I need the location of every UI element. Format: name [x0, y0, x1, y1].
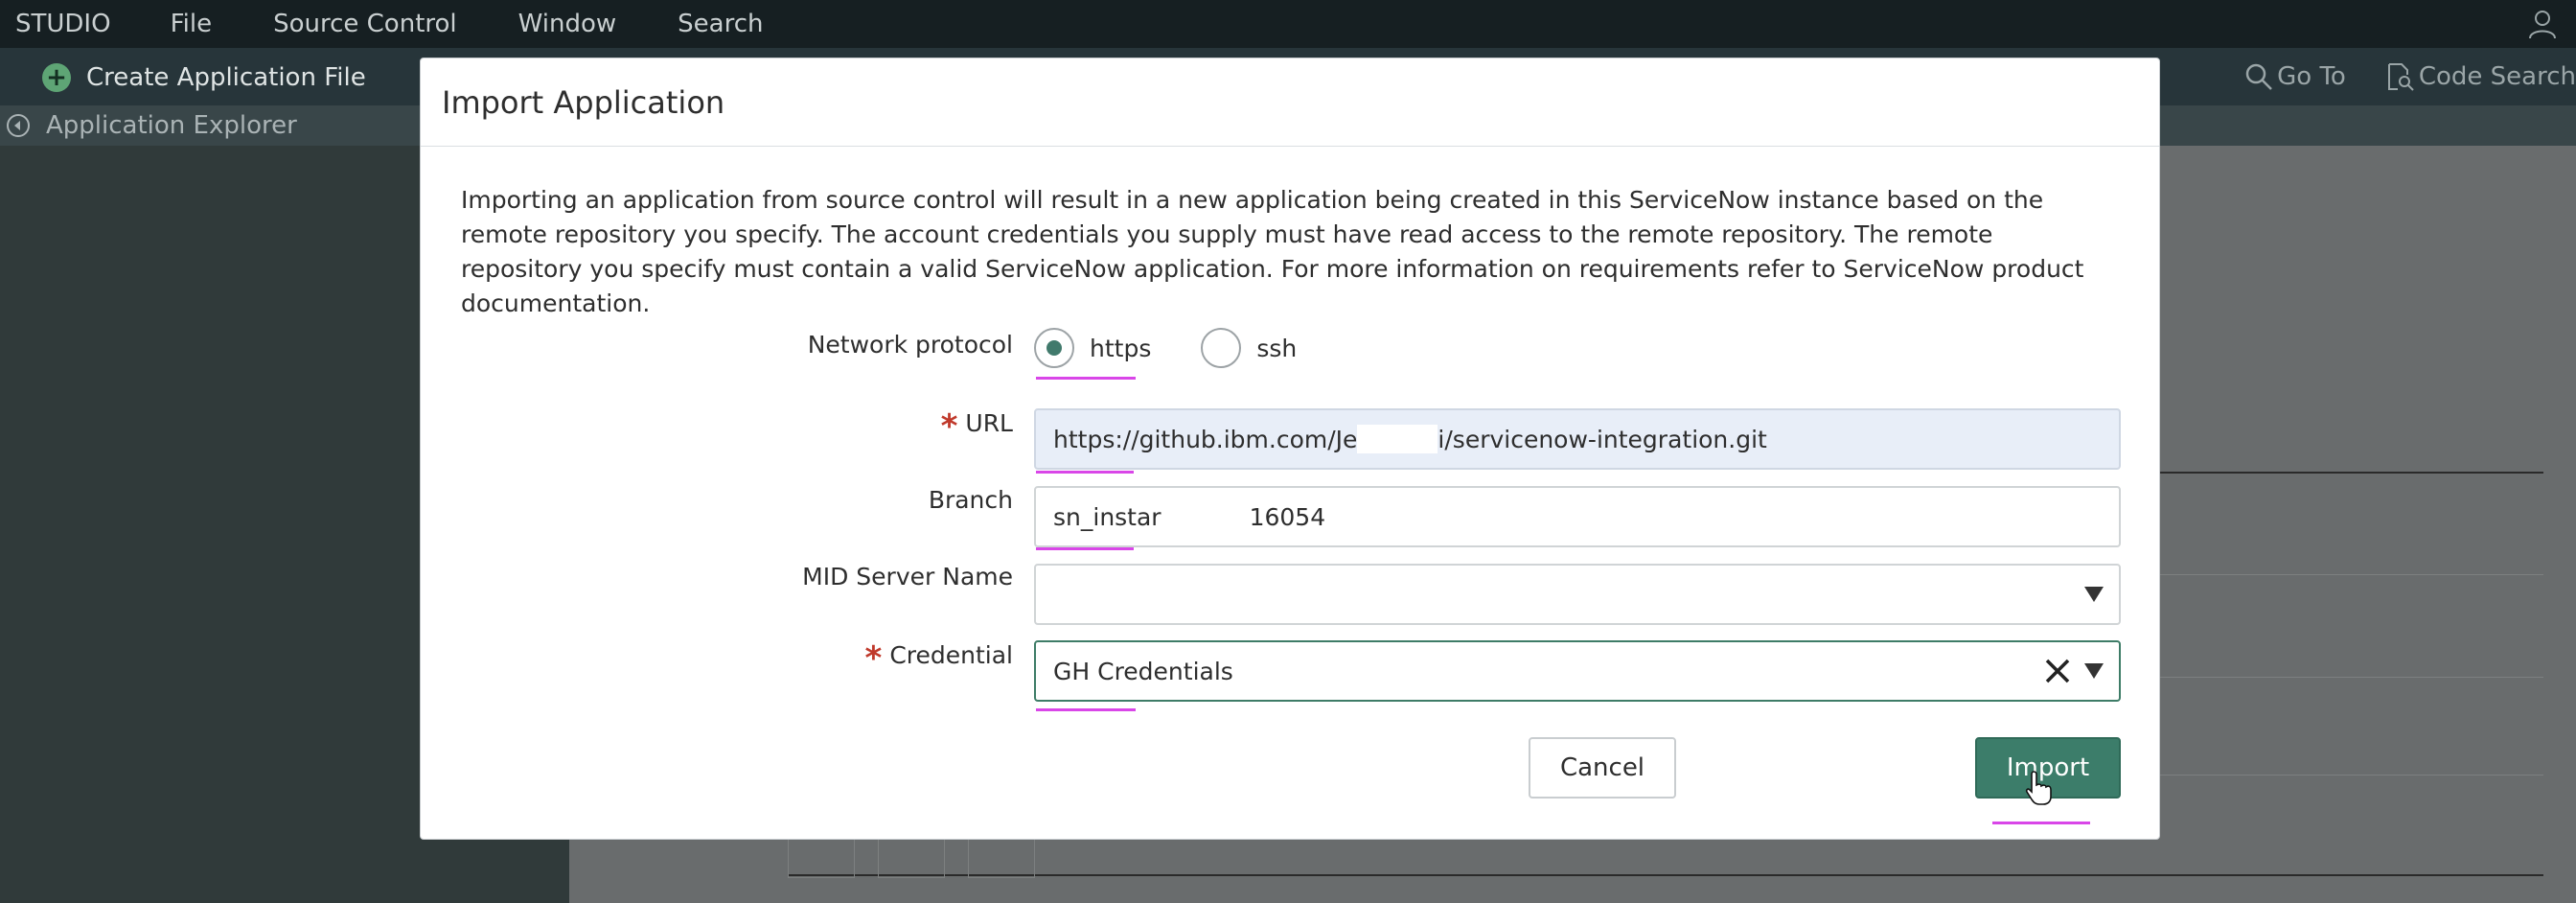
mid-server-label: MID Server Name: [802, 563, 1013, 590]
url-input[interactable]: https://github.ibm.com/Je i/servicenow-in…: [1034, 408, 2121, 470]
go-to-button[interactable]: Go To: [2244, 62, 2346, 91]
mid-server-select[interactable]: [1034, 564, 2121, 625]
go-to-label: Go To: [2277, 62, 2346, 91]
chevron-down-icon[interactable]: [2084, 587, 2104, 602]
toolbar-right: Go To Code Search: [2206, 59, 2576, 94]
workspace-box: [878, 840, 945, 878]
redaction-mask: [1161, 502, 1250, 531]
url-value-end: i/servicenow-integration.git: [1438, 425, 1767, 453]
dialog-title: Import Application: [442, 83, 725, 121]
create-application-file-label: Create Application File: [86, 63, 366, 92]
workspace-divider: [2160, 677, 2543, 678]
radio-ssh-label: ssh: [1256, 334, 1298, 362]
url-value-start: https://github.ibm.com/Je: [1053, 425, 1358, 453]
code-search-button[interactable]: Code Search: [2384, 61, 2576, 92]
code-search-icon: [2387, 63, 2414, 91]
menu-studio[interactable]: STUDIO: [15, 10, 111, 38]
required-asterisk-icon: *: [864, 639, 883, 678]
menu-file[interactable]: File: [171, 10, 213, 38]
network-protocol-label: Network protocol: [807, 331, 1013, 359]
plus-icon: +: [42, 63, 71, 92]
menu-source-control[interactable]: Source Control: [273, 10, 457, 38]
network-protocol-radio-group: https ssh: [1034, 327, 1346, 369]
highlight-underline: [1992, 822, 2090, 824]
cancel-button[interactable]: Cancel: [1529, 737, 1676, 799]
highlight-underline: [1036, 547, 1134, 550]
workspace-rule-bottom: [788, 874, 2543, 876]
menu-search[interactable]: Search: [678, 10, 763, 38]
workspace-divider: [2160, 574, 2543, 575]
hand-pointer-icon: [2025, 771, 2052, 805]
branch-value-end: 16054: [1249, 502, 1326, 531]
create-application-file-button[interactable]: + Create Application File: [42, 61, 366, 94]
radio-ssh-unselected-icon[interactable]: [1201, 328, 1242, 368]
user-icon[interactable]: [2526, 8, 2559, 40]
credential-select[interactable]: GH Credentials: [1034, 640, 2121, 702]
workspace-box: [968, 840, 1035, 878]
radio-ssh[interactable]: ssh: [1201, 328, 1297, 368]
url-label-text: URL: [965, 409, 1013, 437]
application-explorer-toggle[interactable]: Application Explorer: [6, 111, 297, 140]
branch-label: Branch: [928, 486, 1013, 514]
radio-https[interactable]: https: [1034, 328, 1151, 368]
credential-controls: [2044, 642, 2104, 700]
menu-window[interactable]: Window: [518, 10, 617, 38]
credential-value: GH Credentials: [1053, 657, 1233, 685]
dialog-header: Import Application: [421, 58, 2159, 147]
dialog-description: Importing an application from source con…: [461, 186, 2084, 317]
menubar: STUDIO File Source Control Window Search: [0, 0, 2576, 48]
radio-https-label: https: [1090, 334, 1152, 362]
workspace-box: [788, 840, 855, 878]
branch-input[interactable]: sn_instar 16054: [1034, 486, 2121, 547]
redaction-mask: [1357, 425, 1438, 453]
credential-label: * Credential: [708, 639, 1013, 678]
search-icon: [2245, 63, 2273, 90]
workspace-divider: [2160, 775, 2543, 776]
highlight-underline: [1036, 471, 1134, 474]
mid-server-controls: [2071, 566, 2104, 623]
clear-icon[interactable]: [2044, 658, 2071, 684]
code-search-label: Code Search: [2418, 62, 2576, 91]
url-label: * URL: [804, 407, 1013, 446]
radio-https-selected-icon[interactable]: [1034, 328, 1074, 368]
collapse-left-icon: [7, 114, 30, 137]
highlight-underline: [1036, 708, 1136, 711]
chevron-down-icon[interactable]: [2084, 663, 2104, 679]
credential-label-text: Credential: [889, 641, 1013, 669]
import-application-dialog: Import Application Importing an applicat…: [420, 58, 2160, 840]
highlight-underline: [1036, 377, 1136, 380]
required-asterisk-icon: *: [940, 407, 958, 446]
workspace-rule: [2160, 472, 2543, 474]
application-explorer-label: Application Explorer: [46, 111, 297, 140]
branch-value-start: sn_instar: [1053, 502, 1162, 531]
